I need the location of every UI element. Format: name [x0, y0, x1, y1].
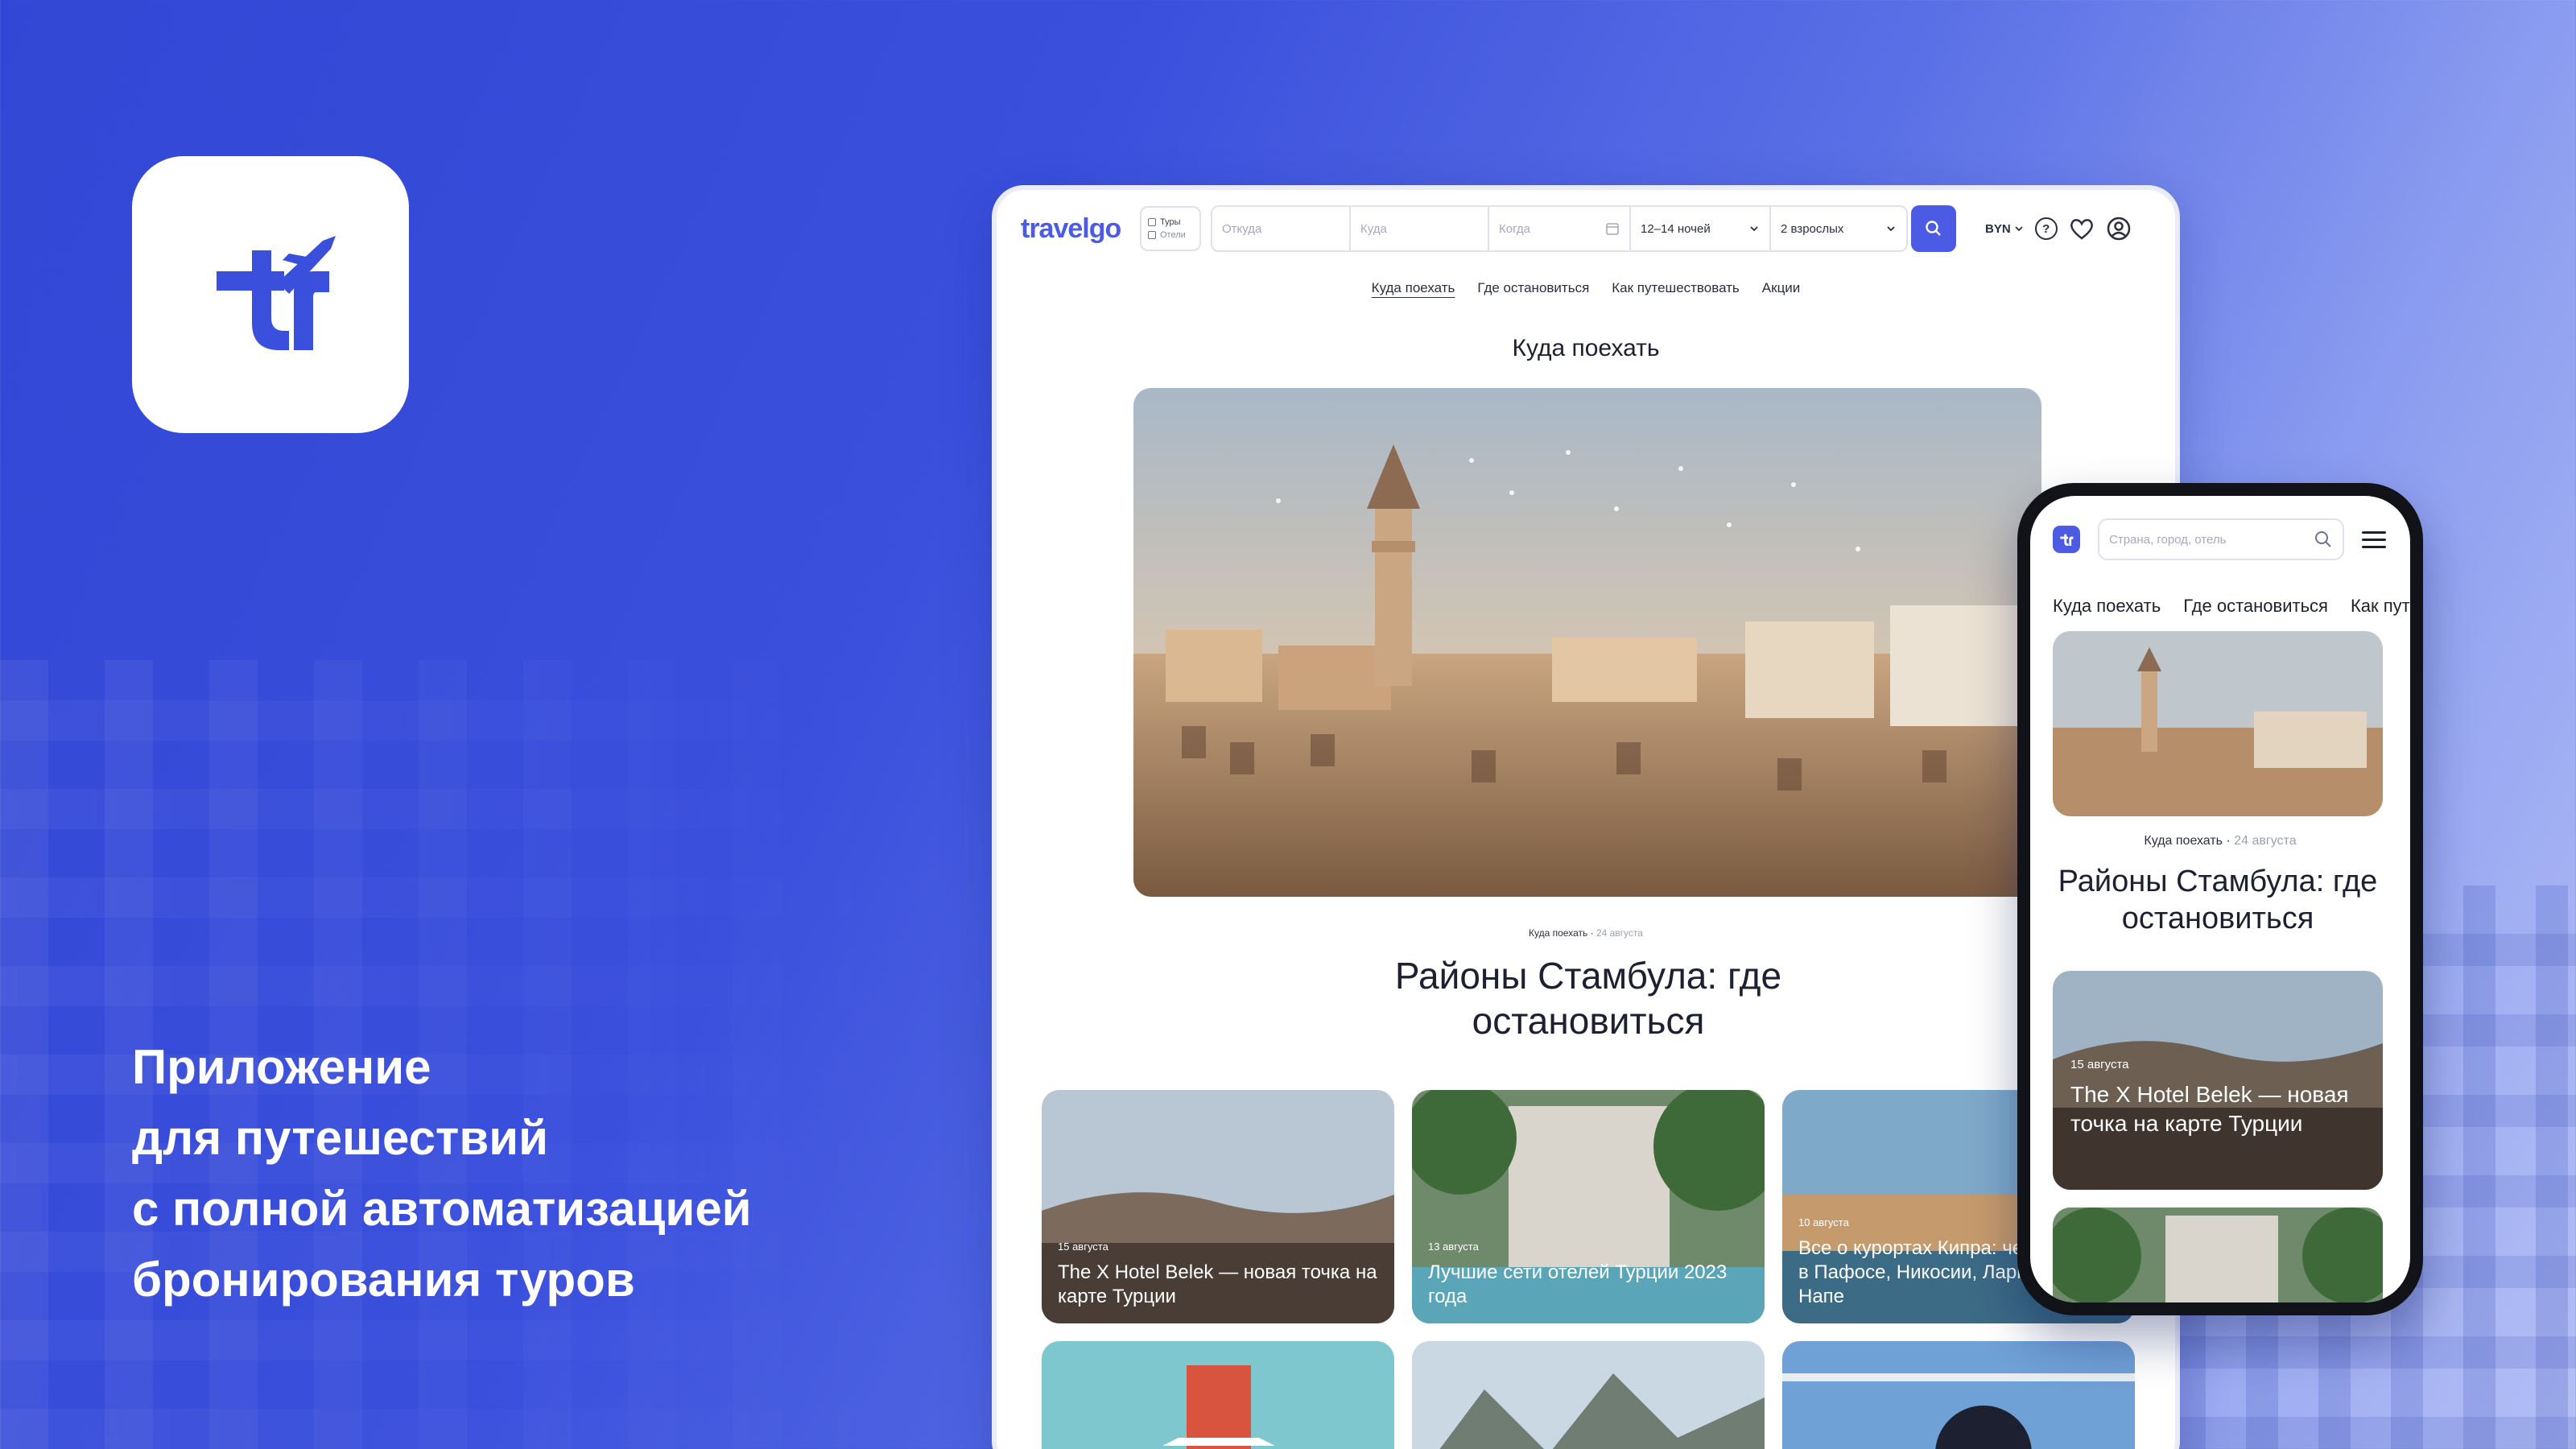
phone-search-input[interactable]: Страна, город, отель — [2098, 518, 2344, 560]
article-card[interactable]: 15 августа The X Hotel Belek — новая точ… — [1042, 1090, 1394, 1323]
travelgo-logo[interactable]: travelgo — [1021, 213, 1140, 245]
card-title: Лучшие сети отелей Турции 2023 года — [1428, 1261, 1728, 1307]
to-input[interactable]: Куда — [1351, 207, 1489, 250]
main-nav: Куда поехать Где остановиться Как путеше… — [997, 280, 2175, 296]
phone-mock: Страна, город, отель Куда поехать Где ос… — [2017, 483, 2423, 1315]
top-bar: travelgo Туры Отели Откуда Куда Когда 12… — [997, 190, 2175, 267]
nights-select[interactable]: 12–14 ночей — [1631, 207, 1771, 250]
card-date: 10 августа — [1798, 1216, 1849, 1228]
currency-value: BYN — [1985, 221, 2011, 236]
article-card[interactable]: 13 августа Лучшие сети отелей Турции 202… — [1412, 1090, 1765, 1323]
card-photo-mountains — [1412, 1341, 1765, 1449]
phone-nav: Куда поехать Где остановиться Как путеше… — [2053, 596, 2410, 617]
nav-where-to-go[interactable]: Куда поехать — [1372, 280, 1455, 296]
phone-card-date: 15 августа — [2070, 1058, 2129, 1071]
phone-article-date: 24 августа — [2234, 834, 2297, 848]
istanbul-photo — [2053, 631, 2383, 816]
meta-separator: · — [1590, 927, 1596, 939]
guests-select[interactable]: 2 взрослых — [1771, 207, 1906, 250]
chevron-down-icon — [2015, 226, 2023, 232]
guests-value: 2 взрослых — [1781, 221, 1844, 236]
article-title[interactable]: Районы Стамбула: где остановиться — [1311, 953, 1866, 1043]
mode-tours[interactable]: Туры — [1148, 217, 1199, 227]
nav-where-to-stay[interactable]: Где остановиться — [1477, 280, 1589, 296]
article-cards: 15 августа The X Hotel Belek — новая точ… — [1042, 1090, 2169, 1449]
headline-line-1: Приложение — [132, 1040, 431, 1094]
card-date: 13 августа — [1428, 1241, 1479, 1253]
istanbul-photo — [1133, 388, 2041, 897]
mode-hotels-label: Отели — [1160, 230, 1186, 240]
article-card[interactable] — [1412, 1341, 1765, 1449]
tr-logo-icon — [2060, 534, 2074, 546]
mode-toggle[interactable]: Туры Отели — [1140, 206, 1201, 251]
hero-image-istanbul[interactable] — [1133, 388, 2041, 897]
menu-icon[interactable] — [2362, 530, 2386, 548]
headline-line-3: с полной автоматизацией — [132, 1182, 752, 1236]
nights-value: 12–14 ночей — [1641, 221, 1711, 236]
card-date: 15 августа — [1058, 1241, 1108, 1253]
hotels-icon — [1148, 231, 1156, 239]
article-category[interactable]: Куда поехать — [1529, 927, 1587, 939]
nav-promotions[interactable]: Акции — [1762, 280, 1801, 296]
app-icon — [132, 156, 409, 433]
user-icon[interactable] — [2106, 216, 2132, 242]
heart-icon[interactable] — [2069, 217, 2095, 241]
search-button[interactable] — [1911, 205, 1956, 252]
card-title: The X Hotel Belek — новая точка на карте… — [1058, 1261, 1377, 1307]
phone-hero-image[interactable] — [2053, 631, 2383, 816]
phone-nav-how-to-travel[interactable]: Как путешествовать — [2351, 596, 2410, 617]
phone-nav-where-to-stay[interactable]: Где остановиться — [2183, 596, 2328, 617]
nav-how-to-travel[interactable]: Как путешествовать — [1612, 280, 1740, 296]
article-meta: Куда поехать · 24 августа — [997, 927, 2175, 939]
phone-top-bar: Страна, город, отель — [2053, 518, 2388, 560]
top-right-actions: BYN ? — [1985, 216, 2132, 242]
phone-article-category[interactable]: Куда поехать — [2144, 834, 2223, 848]
article-card[interactable] — [1042, 1341, 1394, 1449]
tr-logo-icon — [217, 236, 336, 350]
phone-nav-where-to-go[interactable]: Куда поехать — [2053, 596, 2161, 617]
headline-line-4: бронирования туров — [132, 1253, 635, 1307]
chevron-down-icon — [1887, 226, 1895, 232]
article-date: 24 августа — [1596, 927, 1643, 939]
phone-card-title: The X Hotel Belek — новая точка на карте… — [2070, 1082, 2349, 1136]
chevron-down-icon — [1750, 226, 1758, 232]
card-photo-ski — [1782, 1341, 2135, 1449]
calendar-icon — [1606, 223, 1619, 235]
help-icon[interactable]: ? — [2034, 217, 2058, 240]
mode-hotels[interactable]: Отели — [1148, 230, 1199, 240]
meta-separator: · — [2226, 834, 2235, 848]
promo-headline: Приложение для путешествий с полной авто… — [132, 1032, 857, 1315]
article-card[interactable] — [1782, 1341, 2135, 1449]
phone-article-card[interactable]: 15 августа The X Hotel Belek — новая точ… — [2053, 971, 2383, 1190]
from-input[interactable]: Откуда — [1212, 207, 1351, 250]
search-icon — [1926, 221, 1941, 236]
search-icon — [2315, 531, 2331, 547]
card-photo-hotels — [2053, 1208, 2383, 1302]
headline-line-2: для путешествий — [132, 1111, 548, 1165]
phone-article-meta: Куда поехать · 24 августа — [2030, 834, 2410, 848]
when-input[interactable]: Когда — [1489, 207, 1631, 250]
phone-logo[interactable] — [2053, 526, 2080, 553]
desktop-browser-mock: travelgo Туры Отели Откуда Куда Когда 12… — [992, 185, 2180, 1449]
currency-select[interactable]: BYN — [1985, 222, 2024, 236]
tours-icon — [1148, 218, 1156, 226]
search-form: Откуда Куда Когда 12–14 ночей 2 взрослых — [1211, 205, 1908, 252]
phone-article-card[interactable] — [2053, 1208, 2383, 1302]
when-placeholder: Когда — [1499, 221, 1530, 236]
phone-article-title[interactable]: Районы Стамбула: где остановиться — [2053, 863, 2383, 937]
mode-tours-label: Туры — [1160, 217, 1181, 227]
phone-search-placeholder: Страна, город, отель — [2109, 532, 2227, 547]
card-photo-plane — [1042, 1341, 1394, 1449]
section-title: Куда поехать — [1512, 335, 1660, 361]
phone-screen: Страна, город, отель Куда поехать Где ос… — [2030, 496, 2410, 1302]
